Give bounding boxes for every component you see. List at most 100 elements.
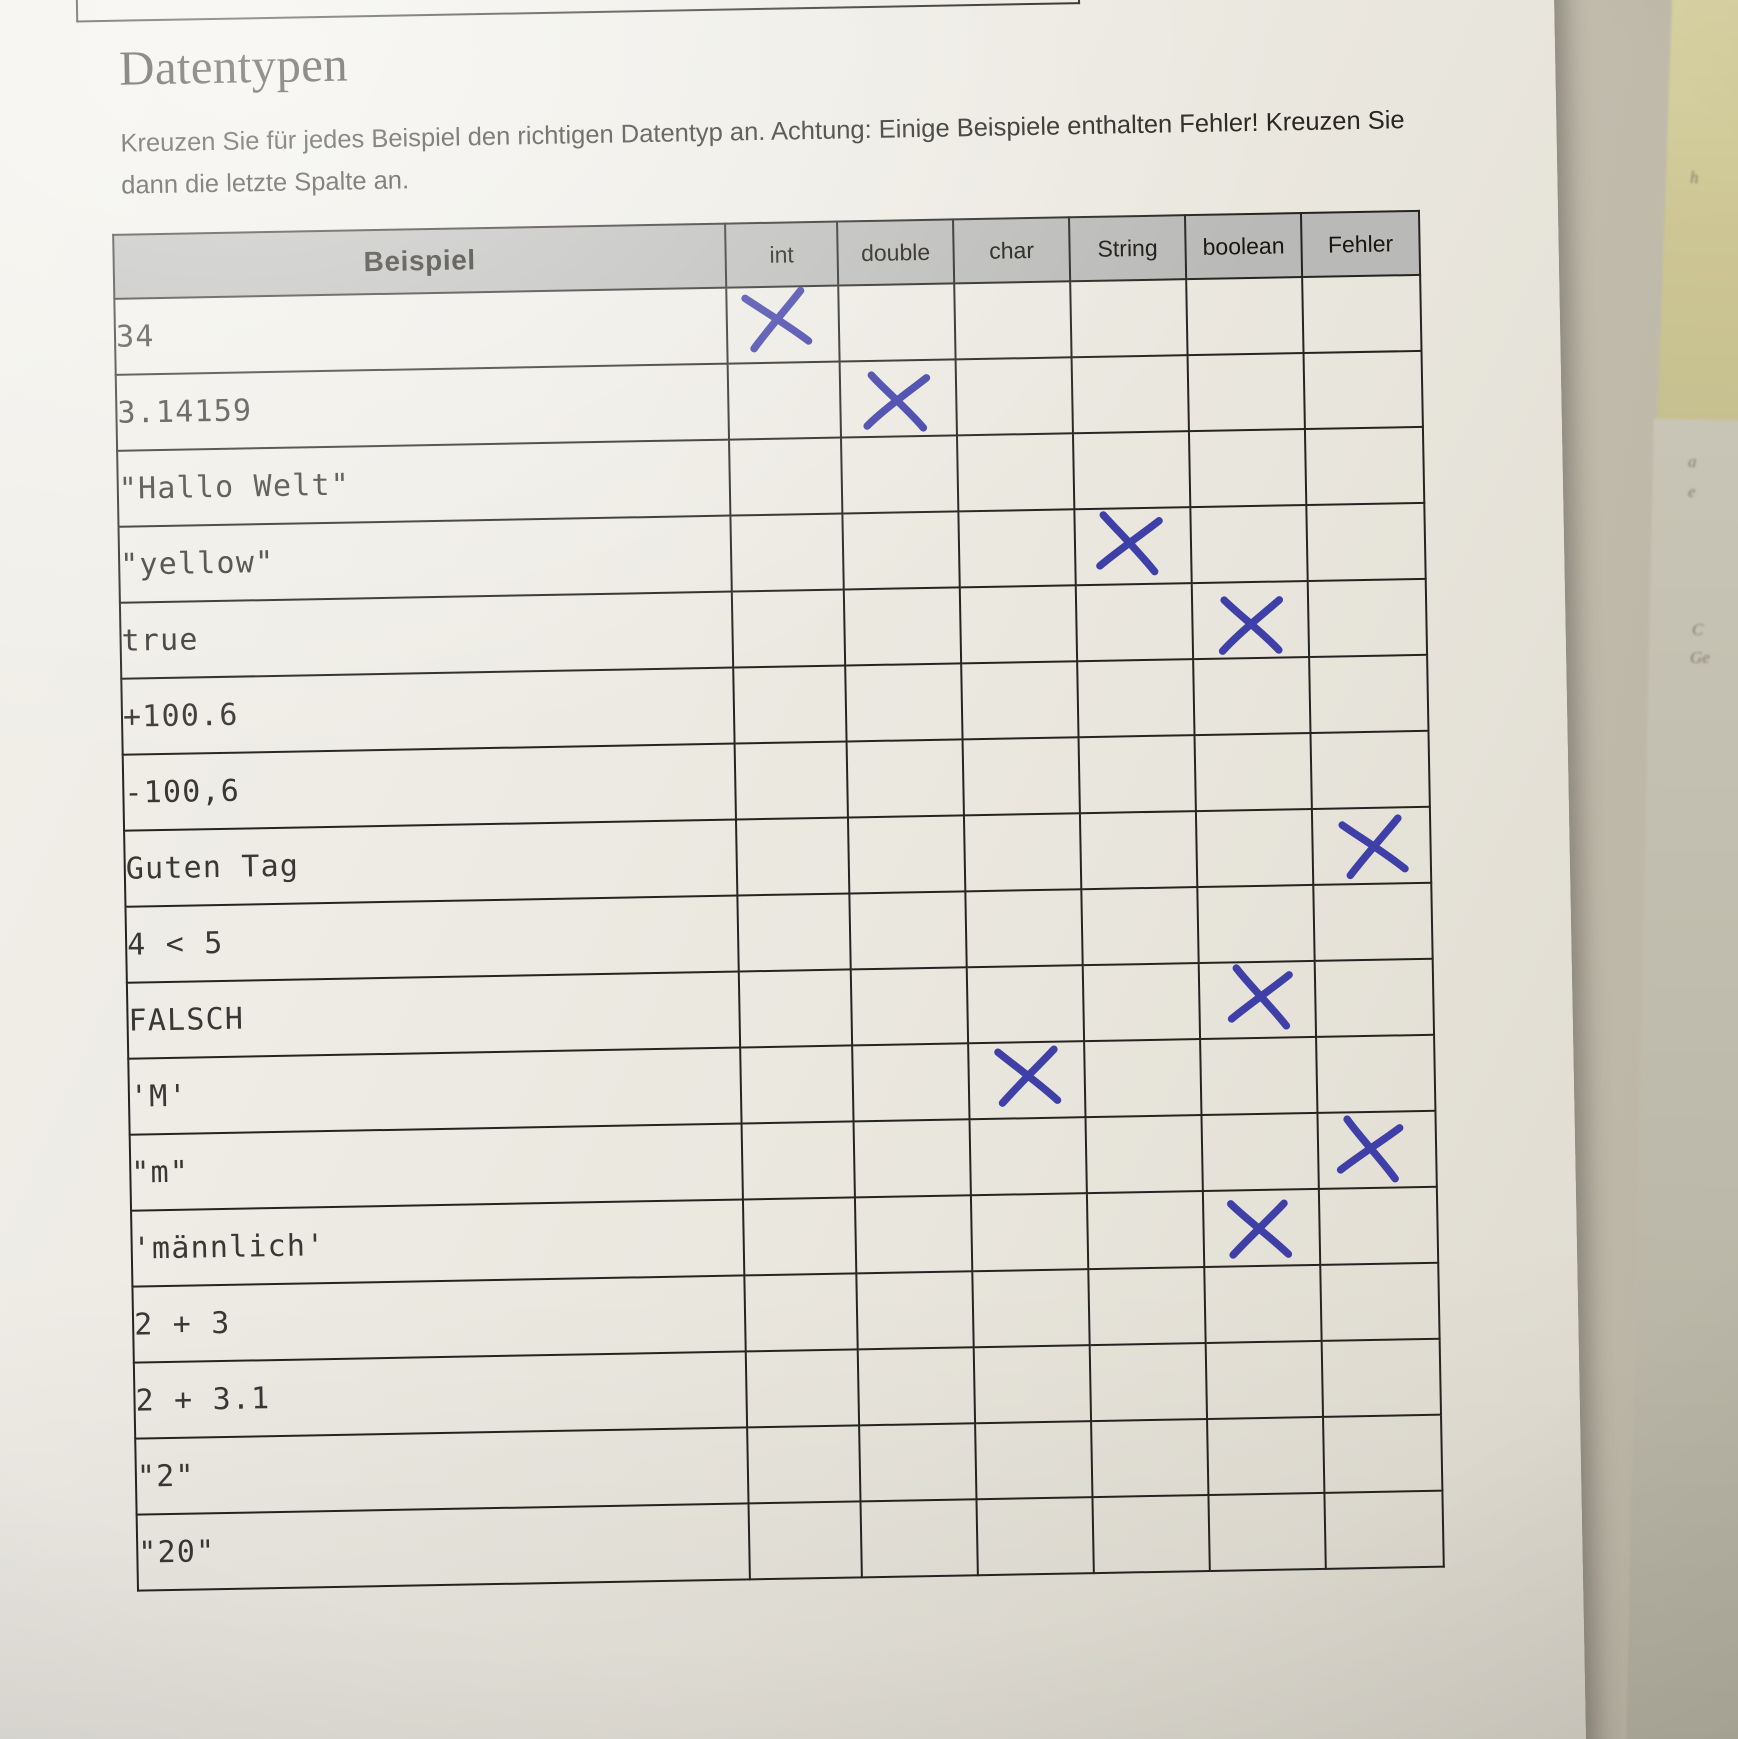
checkbox-cell-fehler[interactable] [1314, 958, 1435, 1037]
checkbox-cell-boolean[interactable] [1193, 656, 1311, 736]
checkbox-cell-string[interactable] [1079, 811, 1198, 890]
checkbox-cell-double[interactable] [850, 967, 969, 1046]
checkbox-cell-char[interactable] [956, 433, 1075, 512]
checkbox-cell-string[interactable] [1078, 735, 1196, 814]
checkbox-cell-char[interactable] [973, 1345, 1092, 1424]
checkbox-cell-char[interactable] [970, 1193, 1089, 1272]
checkbox-cell-char[interactable] [976, 1497, 1094, 1576]
checkbox-cell-fehler[interactable] [1313, 882, 1433, 961]
checkbox-cell-double[interactable] [847, 815, 966, 894]
checkbox-cell-fehler[interactable] [1317, 1110, 1437, 1189]
checkbox-cell-string[interactable] [1085, 1115, 1203, 1194]
checkbox-cell-boolean[interactable] [1197, 884, 1315, 964]
checkbox-cell-int[interactable] [735, 817, 850, 896]
checkbox-cell-boolean[interactable] [1188, 429, 1307, 508]
checkbox-cell-double[interactable] [839, 359, 957, 438]
checkbox-cell-fehler[interactable] [1323, 1414, 1443, 1493]
checkbox-cell-char[interactable] [962, 737, 1080, 816]
checkbox-cell-boolean[interactable] [1201, 1112, 1319, 1192]
checkbox-cell-fehler[interactable] [1320, 1262, 1440, 1341]
checkbox-cell-double[interactable] [857, 1347, 976, 1426]
checkbox-cell-fehler[interactable] [1303, 350, 1423, 430]
checkbox-cell-char[interactable] [959, 585, 1078, 664]
checkbox-cell-char[interactable] [954, 281, 1072, 360]
checkbox-cell-boolean[interactable] [1190, 505, 1308, 584]
checkbox-cell-string[interactable] [1089, 1343, 1208, 1422]
checkbox-cell-fehler[interactable] [1309, 654, 1429, 733]
checkbox-cell-boolean[interactable] [1186, 277, 1304, 356]
checkbox-cell-boolean[interactable] [1205, 1340, 1324, 1419]
checkbox-cell-boolean[interactable] [1191, 581, 1310, 660]
checkbox-cell-boolean[interactable] [1194, 732, 1312, 812]
checkbox-cell-string[interactable] [1086, 1191, 1205, 1270]
checkbox-cell-int[interactable] [733, 665, 847, 744]
checkbox-cell-int[interactable] [745, 1349, 860, 1428]
checkbox-cell-boolean[interactable] [1207, 1416, 1325, 1495]
checkbox-cell-fehler[interactable] [1310, 730, 1430, 809]
checkbox-cell-string[interactable] [1077, 659, 1195, 738]
checkbox-cell-char[interactable] [965, 889, 1083, 968]
checkbox-cell-string[interactable] [1092, 1494, 1210, 1574]
checkbox-cell-boolean[interactable] [1200, 1036, 1318, 1116]
checkbox-cell-double[interactable] [842, 511, 960, 590]
checkbox-cell-double[interactable] [845, 663, 963, 742]
checkbox-cell-char[interactable] [975, 1421, 1093, 1500]
checkbox-cell-int[interactable] [748, 1501, 862, 1580]
checkbox-cell-char[interactable] [963, 813, 1082, 892]
checkbox-cell-boolean[interactable] [1202, 1188, 1321, 1268]
checkbox-cell-string[interactable] [1072, 431, 1191, 510]
checkbox-cell-int[interactable] [744, 1273, 858, 1352]
checkbox-cell-char[interactable] [966, 965, 1085, 1044]
checkbox-cell-int[interactable] [747, 1425, 861, 1504]
checkbox-cell-string[interactable] [1084, 1039, 1202, 1118]
checkbox-cell-boolean[interactable] [1204, 1264, 1322, 1344]
checkbox-cell-boolean[interactable] [1198, 960, 1317, 1040]
checkbox-cell-fehler[interactable] [1311, 806, 1432, 885]
checkbox-cell-char[interactable] [958, 509, 1076, 588]
checkbox-cell-int[interactable] [726, 285, 840, 364]
checkbox-cell-double[interactable] [846, 739, 964, 818]
checkbox-cell-double[interactable] [853, 1119, 971, 1198]
checkbox-cell-double[interactable] [849, 891, 967, 970]
checkbox-cell-string[interactable] [1074, 507, 1192, 586]
checkbox-cell-fehler[interactable] [1307, 578, 1428, 657]
checkbox-cell-string[interactable] [1075, 583, 1194, 662]
checkbox-cell-double[interactable] [854, 1195, 973, 1274]
checkbox-cell-int[interactable] [741, 1121, 855, 1200]
checkbox-cell-boolean[interactable] [1208, 1492, 1326, 1571]
checkbox-cell-double[interactable] [860, 1499, 978, 1578]
checkbox-cell-fehler[interactable] [1306, 502, 1426, 582]
checkbox-cell-fehler[interactable] [1304, 426, 1425, 506]
checkbox-cell-double[interactable] [852, 1043, 970, 1122]
checkbox-cell-string[interactable] [1070, 279, 1188, 358]
checkbox-cell-int[interactable] [731, 589, 846, 668]
checkbox-cell-fehler[interactable] [1302, 274, 1422, 354]
checkbox-cell-string[interactable] [1071, 355, 1189, 434]
checkbox-cell-char[interactable] [969, 1117, 1087, 1196]
checkbox-cell-double[interactable] [843, 587, 962, 666]
checkbox-cell-int[interactable] [734, 741, 848, 820]
checkbox-cell-char[interactable] [968, 1041, 1086, 1120]
checkbox-cell-fehler[interactable] [1321, 1338, 1442, 1417]
checkbox-cell-int[interactable] [742, 1197, 857, 1276]
checkbox-cell-char[interactable] [961, 661, 1079, 740]
checkbox-cell-string[interactable] [1081, 887, 1199, 966]
checkbox-cell-int[interactable] [730, 513, 844, 592]
checkbox-cell-int[interactable] [738, 969, 853, 1048]
checkbox-cell-boolean[interactable] [1195, 808, 1314, 888]
checkbox-cell-double[interactable] [838, 283, 956, 362]
checkbox-cell-boolean[interactable] [1187, 353, 1305, 432]
checkbox-cell-int[interactable] [737, 893, 851, 972]
checkbox-cell-int[interactable] [729, 437, 843, 516]
checkbox-cell-fehler[interactable] [1324, 1490, 1444, 1569]
checkbox-cell-double[interactable] [859, 1423, 977, 1502]
checkbox-cell-string[interactable] [1088, 1267, 1206, 1346]
checkbox-cell-char[interactable] [972, 1269, 1090, 1348]
checkbox-cell-fehler[interactable] [1316, 1034, 1436, 1113]
checkbox-cell-double[interactable] [840, 435, 959, 514]
checkbox-cell-int[interactable] [727, 361, 841, 440]
checkbox-cell-string[interactable] [1091, 1418, 1209, 1498]
checkbox-cell-fehler[interactable] [1318, 1186, 1439, 1265]
checkbox-cell-int[interactable] [740, 1045, 854, 1124]
checkbox-cell-char[interactable] [955, 357, 1073, 436]
